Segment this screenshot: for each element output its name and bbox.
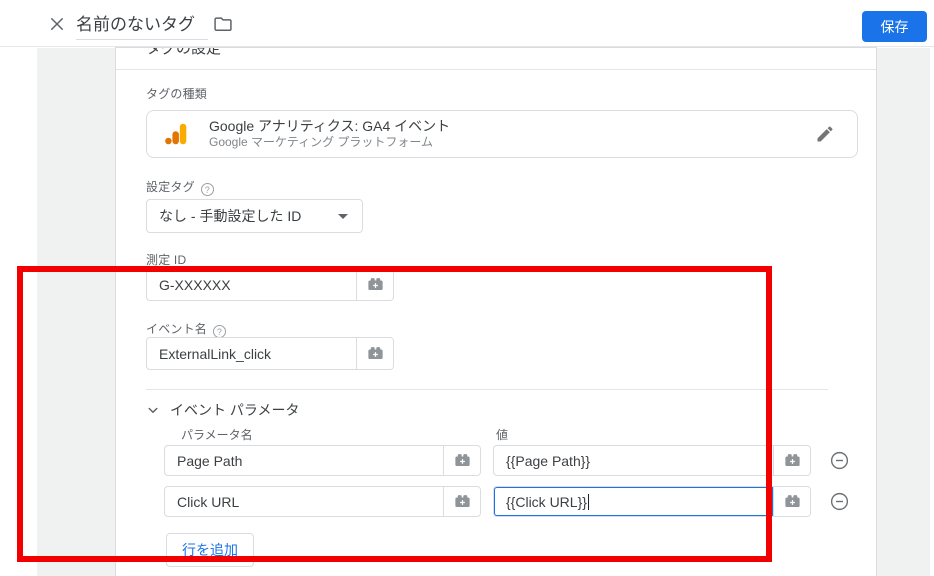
panel-heading-clipped: タグの設定: [146, 48, 346, 57]
editor-header: 名前のないタグ 保存: [0, 0, 934, 47]
event-params-section-toggle[interactable]: イベント パラメータ: [144, 400, 299, 420]
event-name-group: [146, 337, 394, 370]
param-row-name-group: [164, 445, 481, 476]
param-name-input[interactable]: [165, 487, 443, 516]
left-gutter: [37, 48, 115, 576]
variable-picker-icon[interactable]: [356, 338, 393, 369]
measurement-id-group: [146, 268, 394, 301]
config-tag-label: 設定タグ?: [146, 178, 214, 196]
param-value-header: 値: [496, 426, 508, 443]
edit-pencil-icon[interactable]: [815, 124, 835, 144]
param-value-text: {{Click URL}}: [506, 494, 587, 510]
tag-type-text: Google アナリティクス: GA4 イベント Google マーケティング …: [209, 118, 815, 150]
variable-picker-icon[interactable]: [443, 446, 480, 475]
config-tag-select[interactable]: なし - 手動設定した ID: [146, 199, 363, 233]
param-row-name-group: [164, 486, 481, 517]
tag-config-panel: タグの設定 タグの種類 Google アナリティクス: GA4 イベント Goo…: [115, 47, 877, 576]
param-value-group: [493, 445, 811, 476]
tag-type-selector[interactable]: Google アナリティクス: GA4 イベント Google マーケティング …: [146, 110, 858, 158]
help-icon[interactable]: ?: [201, 183, 214, 196]
param-name-header: パラメータ名: [181, 426, 253, 443]
variable-picker-icon[interactable]: [356, 269, 393, 300]
remove-row-button[interactable]: [829, 491, 850, 512]
variable-picker-icon[interactable]: [773, 487, 810, 516]
divider: [146, 389, 828, 390]
remove-row-button[interactable]: [829, 450, 850, 471]
text-cursor: [588, 494, 589, 510]
divider: [116, 69, 876, 70]
param-value-input-focused[interactable]: {{Click URL}}: [493, 486, 773, 517]
close-icon[interactable]: [46, 13, 68, 35]
variable-picker-icon[interactable]: [773, 446, 810, 475]
param-value-input[interactable]: [494, 446, 773, 475]
chevron-down-icon: [144, 401, 162, 419]
event-name-label: イベント名?: [146, 320, 226, 338]
add-row-button[interactable]: 行を追加: [166, 533, 254, 567]
tag-name-field[interactable]: 名前のないタグ: [76, 10, 208, 40]
folder-icon[interactable]: [213, 14, 233, 34]
measurement-id-label: 測定 ID: [146, 251, 186, 268]
ga4-logo-icon: [163, 121, 189, 147]
param-value-group: {{Click URL}}: [493, 486, 811, 517]
chevron-down-icon: [338, 214, 348, 219]
save-button[interactable]: 保存: [862, 11, 927, 42]
event-params-section-label: イベント パラメータ: [170, 400, 299, 420]
measurement-id-input[interactable]: [147, 269, 356, 300]
param-name-input[interactable]: [165, 446, 443, 475]
tag-type-name: Google アナリティクス: GA4 イベント: [209, 118, 815, 135]
config-tag-value: なし - 手動設定した ID: [147, 206, 338, 226]
tag-type-platform: Google マーケティング プラットフォーム: [209, 135, 815, 150]
event-name-input[interactable]: [147, 338, 356, 369]
variable-picker-icon[interactable]: [443, 487, 480, 516]
tag-type-label: タグの種類: [146, 85, 207, 102]
right-gutter: [877, 48, 930, 576]
